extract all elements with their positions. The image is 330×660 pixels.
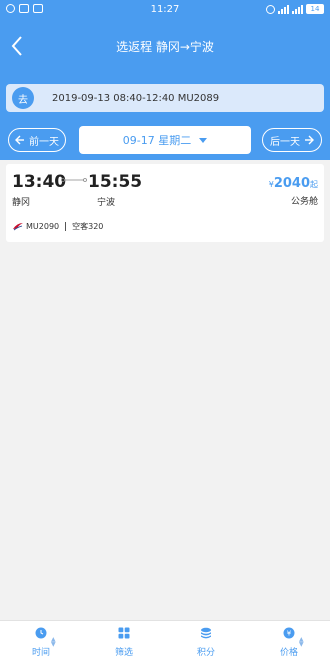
aircraft-type: 空客320: [72, 222, 104, 231]
flight-number: MU2090: [26, 222, 60, 231]
cabin-class: 公务舱: [290, 197, 318, 207]
signal-icon-2: [292, 4, 303, 14]
tab-points[interactable]: 积分: [165, 621, 247, 660]
tab-filter[interactable]: 筛选: [83, 621, 165, 660]
arrow-left-icon: [15, 135, 24, 145]
departure-city: 静冈: [12, 198, 31, 208]
divider: [65, 222, 67, 231]
bottom-tab-bar: ▲ ▼ 时间 筛选 积分 ¥ ▲ ▼ 价格: [0, 620, 330, 660]
departure-time: 13:40: [12, 172, 67, 192]
clock-icon: [35, 627, 47, 639]
prev-day-button[interactable]: 前一天: [8, 128, 66, 152]
outbound-summary[interactable]: 去 2019-09-13 08:40-12:40 MU2089: [6, 84, 324, 112]
alarm-icon: [266, 4, 275, 14]
signal-icon: [278, 4, 289, 14]
arrival-city: 宁波: [97, 198, 116, 208]
price-suffix: 起: [310, 180, 318, 189]
battery-icon: 14: [306, 4, 324, 14]
airline-info: MU2090 空客320: [12, 221, 103, 232]
tab-price-label: 价格: [279, 648, 298, 658]
price-value: 2040: [273, 176, 310, 191]
current-date: 09-17 星期二: [122, 134, 192, 147]
status-right-icons: 14: [266, 4, 324, 14]
tab-time-label: 时间: [31, 648, 50, 658]
next-day-button[interactable]: 后一天: [262, 128, 322, 152]
app-header: 选返程 静冈→宁波: [0, 20, 330, 72]
date-navigation: 前一天 09-17 星期二 后一天: [0, 126, 330, 154]
page-title: 选返程 静冈→宁波: [116, 40, 214, 54]
outbound-badge: 去: [12, 87, 34, 109]
next-day-label: 后一天: [270, 136, 300, 148]
tab-time[interactable]: ▲ ▼ 时间: [0, 621, 82, 660]
date-picker[interactable]: 09-17 星期二: [79, 126, 251, 154]
tab-points-label: 积分: [196, 648, 215, 658]
grid-icon: [118, 627, 130, 639]
svg-text:¥: ¥: [287, 630, 292, 638]
status-bar: 11:27 14: [0, 0, 330, 20]
arrow-right-icon: [305, 135, 314, 145]
arrival-time: 15:55: [88, 172, 143, 192]
tab-filter-label: 筛选: [114, 648, 133, 658]
flight-card[interactable]: 13:40 15:55 静冈 宁波 ¥2040起 公务舱 MU2090 空客32…: [6, 164, 324, 242]
tab-price[interactable]: ¥ ▲ ▼ 价格: [248, 621, 330, 660]
coins-icon: [201, 627, 211, 639]
outbound-info: 2019-09-13 08:40-12:40 MU2089: [52, 92, 220, 104]
yen-icon: ¥: [283, 627, 295, 639]
price: ¥2040起: [269, 176, 318, 191]
china-eastern-logo-icon: [13, 223, 23, 231]
prev-day-label: 前一天: [29, 136, 59, 148]
route-line-icon: [61, 178, 87, 182]
caret-down-icon: [199, 137, 208, 143]
